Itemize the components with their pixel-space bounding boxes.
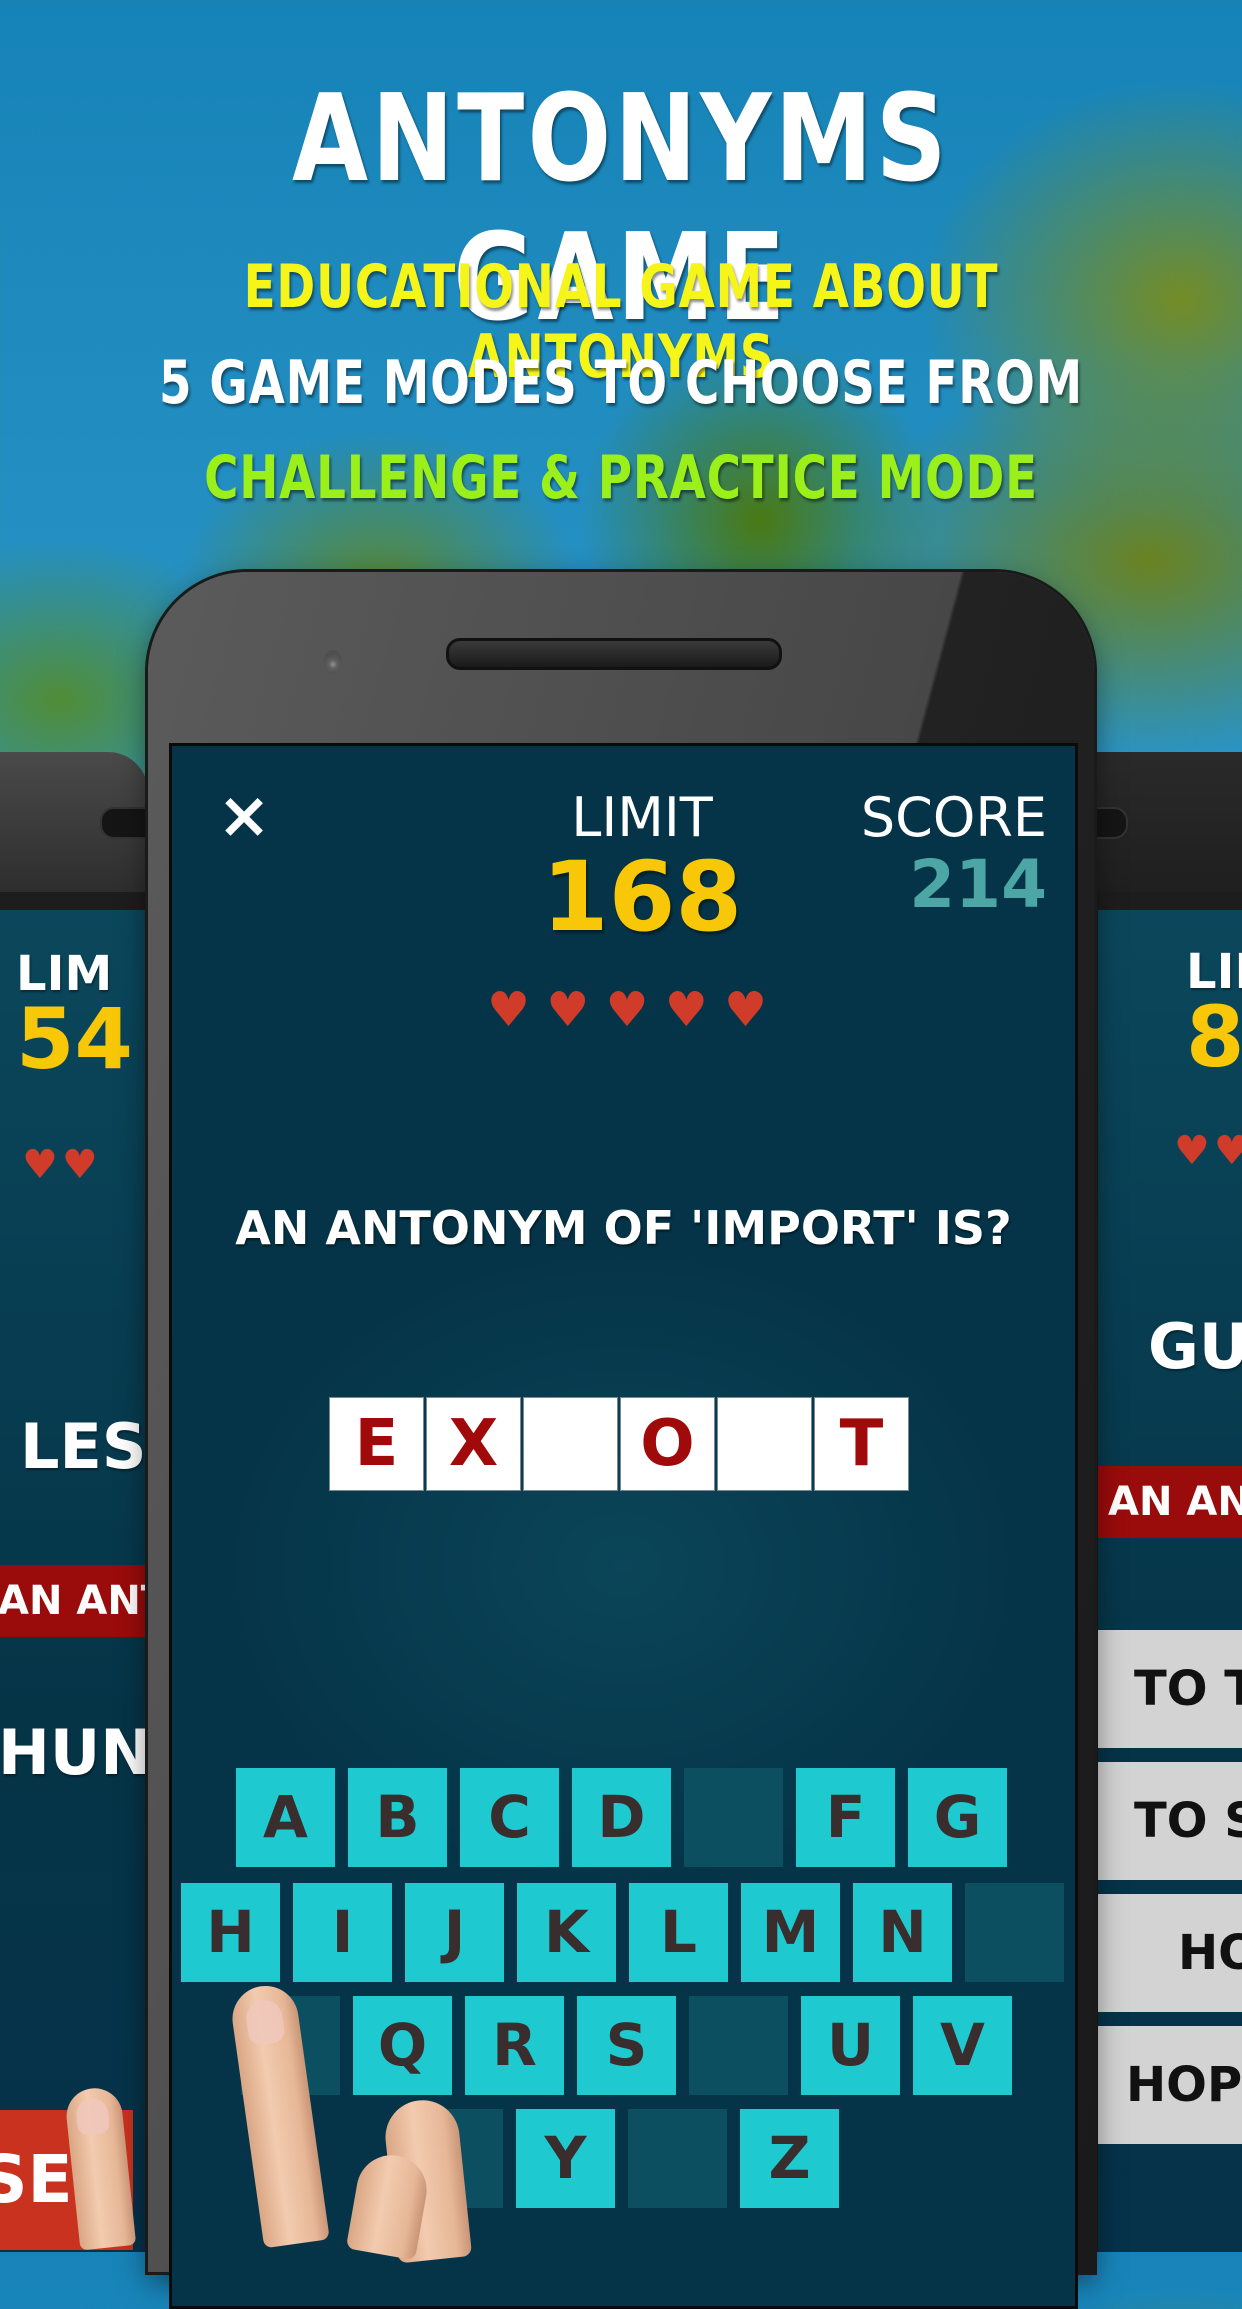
key-c[interactable]: C [460, 1768, 559, 1867]
key-a[interactable]: A [236, 1768, 335, 1867]
key-g[interactable]: G [908, 1768, 1007, 1867]
right-limit-value: 8 [1186, 988, 1242, 1086]
key-used [689, 1996, 788, 2095]
key-i[interactable]: I [293, 1883, 392, 1982]
right-option-2[interactable]: TO S [1098, 1762, 1242, 1880]
letter-keyboard: ABCD FG HIJKLMN QRS UV Y Z [172, 746, 1075, 2306]
key-used [684, 1768, 783, 1867]
key-used [628, 2109, 727, 2208]
key-y[interactable]: Y [516, 2109, 615, 2208]
left-limit-value: 54 [16, 990, 133, 1088]
fingernail [74, 2096, 111, 2137]
key-v[interactable]: V [913, 1996, 1012, 2095]
front-camera-icon [324, 650, 342, 674]
promo-line-modes: 5 GAME MODES TO CHOOSE FROM [159, 348, 1083, 418]
left-word: LES [20, 1410, 147, 1483]
key-k[interactable]: K [517, 1883, 616, 1982]
key-used [965, 1883, 1064, 1982]
key-n[interactable]: N [853, 1883, 952, 1982]
key-b[interactable]: B [348, 1768, 447, 1867]
left-phone-screen: LIM 54 ♥♥ LES AN ANTO HUNG SE [0, 910, 148, 2252]
right-option-1[interactable]: TO T [1098, 1630, 1242, 1748]
key-z[interactable]: Z [740, 2109, 839, 2208]
key-f[interactable]: F [796, 1768, 895, 1867]
key-m[interactable]: M [741, 1883, 840, 1982]
right-banner: AN ANT [1098, 1466, 1242, 1538]
right-option-3[interactable]: HO [1098, 1894, 1242, 2012]
right-word: GU [1148, 1310, 1242, 1383]
left-phone-preview: LIM 54 ♥♥ LES AN ANTO HUNG SE [0, 752, 194, 2252]
key-u[interactable]: U [801, 1996, 900, 2095]
right-phone-preview: LIM 8 ♥♥ GU AN ANT TO T TO S HO HOP [1034, 752, 1242, 2252]
key-r[interactable]: R [465, 1996, 564, 2095]
key-q[interactable]: Q [353, 1996, 452, 2095]
key-l[interactable]: L [629, 1883, 728, 1982]
fingernail [244, 1997, 286, 2047]
right-option-4[interactable]: HOP [1098, 2026, 1242, 2144]
key-s[interactable]: S [577, 1996, 676, 2095]
left-banner: AN ANTO [0, 1565, 148, 1637]
key-d[interactable]: D [572, 1768, 671, 1867]
right-phone-screen: LIM 8 ♥♥ GU AN ANT TO T TO S HO HOP [1098, 910, 1242, 2252]
key-h[interactable]: H [181, 1883, 280, 1982]
left-answer: HUNG [0, 1716, 148, 1789]
right-hearts: ♥♥ [1174, 1128, 1242, 1174]
earpiece-speaker [446, 638, 782, 670]
left-hearts: ♥♥ [22, 1142, 102, 1188]
promo-line-challenge: CHALLENGE & PRACTICE MODE [204, 443, 1038, 513]
key-j[interactable]: J [405, 1883, 504, 1982]
